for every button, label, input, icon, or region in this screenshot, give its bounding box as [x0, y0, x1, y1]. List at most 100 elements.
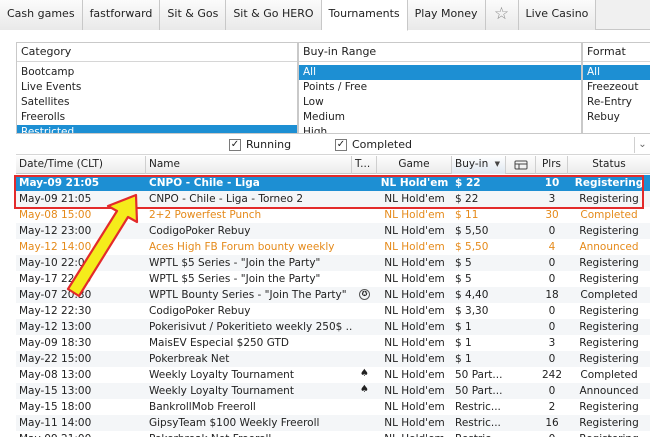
- category-option[interactable]: Freerolls: [17, 110, 297, 125]
- table-row[interactable]: May-10 22:00 WPTL $5 Series - "Join the P…: [16, 255, 650, 271]
- cell-name: WPTL $5 Series - "Join the Party": [149, 257, 321, 269]
- tab-live-casino[interactable]: Live Casino: [518, 0, 597, 30]
- table-row[interactable]: May-12 14:00 Aces High FB Forum bounty we…: [16, 239, 650, 255]
- tab-tournaments[interactable]: Tournaments: [321, 0, 408, 31]
- table-icon: [514, 160, 527, 170]
- table-row[interactable]: May-15 18:00 BankrollMob Freeroll NL Hold'…: [16, 399, 650, 415]
- buyin-option[interactable]: High: [299, 125, 581, 133]
- table-row[interactable]: May-09 21:05 CNPO - Chile - Liga NL Hold'e…: [16, 175, 650, 191]
- col-status[interactable]: Status: [568, 156, 650, 174]
- status-checkbox-strip: ✓ Running ✓ Completed ⌄: [16, 136, 650, 155]
- cell-plrs: 30: [545, 209, 559, 221]
- cell-plrs: 0: [536, 431, 568, 437]
- col-date[interactable]: Date/Time (CLT): [16, 156, 146, 174]
- col-type[interactable]: T...: [352, 156, 377, 174]
- table-row[interactable]: May-08 13:00 Weekly Loyalty Tournament ♠ NL…: [16, 367, 650, 383]
- cell-buyin: $ 22: [455, 177, 481, 189]
- buyin-option[interactable]: Points / Free: [299, 80, 581, 95]
- completed-checkbox[interactable]: ✓ Completed: [335, 138, 412, 151]
- completed-label: Completed: [352, 138, 412, 151]
- cell-buyin: $ 1: [455, 353, 472, 365]
- cell-date: May-09 18:30: [19, 337, 92, 349]
- table-row[interactable]: May-17 22:00 WPTL $5 Series - "Join the P…: [16, 271, 650, 287]
- star-icon: ☆: [493, 4, 510, 24]
- cell-date: May-07 20:30: [19, 289, 92, 301]
- table-row[interactable]: May-09 21:00Pokerbreak Net Freeroll NL Ho…: [16, 431, 650, 437]
- category-option[interactable]: Live Events: [17, 80, 297, 95]
- col-table-icon[interactable]: [506, 156, 536, 174]
- buyin-option[interactable]: Medium: [299, 110, 581, 125]
- table-row[interactable]: May-15 13:00 Weekly Loyalty Tournament ♠ NL…: [16, 383, 650, 399]
- table-row[interactable]: May-07 20:30 WPTL Bounty Series - "Join T…: [16, 287, 650, 303]
- format-option[interactable]: Freezeout: [583, 80, 650, 95]
- table-row[interactable]: May-12 13:00 Pokerisivut / Pokeritieto we…: [16, 319, 650, 335]
- cell-game: NL Hold'em: [384, 417, 445, 429]
- cell-buyin: $ 4,40: [455, 289, 489, 301]
- tournament-type-cell: [352, 191, 377, 207]
- cell-plrs: 18: [545, 289, 559, 301]
- table-row[interactable]: May-08 15:00 2+2 Powerfest Punch NL Hold'e…: [16, 207, 650, 223]
- format-option[interactable]: Re-Entry: [583, 95, 650, 110]
- cell-buyin: $ 5,50: [455, 225, 489, 237]
- format-option[interactable]: All: [583, 65, 650, 80]
- cell-date: May-08 15:00: [19, 209, 92, 221]
- table-row[interactable]: May-12 22:30 CodigoPoker Rebuy NL Hold'em $…: [16, 303, 650, 319]
- cell-buyin: Restric...: [452, 431, 506, 437]
- cell-name: GipsyTeam $100 Weekly Freeroll: [149, 417, 320, 429]
- cell-buyin: $ 5,50: [455, 241, 489, 253]
- tab-play-money[interactable]: Play Money: [407, 0, 486, 30]
- cell-name: BankrollMob Freeroll: [149, 401, 256, 413]
- cell-name: 2+2 Powerfest Punch: [149, 209, 262, 221]
- col-buyin[interactable]: Buy-in ▼: [452, 156, 506, 174]
- category-option[interactable]: Satellites: [17, 95, 297, 110]
- category-option[interactable]: Bootcamp: [17, 65, 297, 80]
- tab-fastforward[interactable]: fastforward: [82, 0, 161, 30]
- category-option[interactable]: Restricted: [17, 125, 297, 133]
- tab-favorites[interactable]: ☆: [485, 0, 519, 30]
- table-row[interactable]: May-22 15:00 Pokerbreak Net NL Hold'em $ 1 0…: [16, 351, 650, 367]
- table-row[interactable]: May-11 14:00 GipsyTeam $100 Weekly Freero…: [16, 415, 650, 431]
- tab-cash-games[interactable]: Cash games: [0, 0, 83, 30]
- cell-plrs: 0: [548, 257, 556, 269]
- cell-plrs: 0: [548, 321, 556, 333]
- chevron-down-icon[interactable]: ⌄: [634, 137, 650, 153]
- cell-buyin: 50 Part...: [455, 369, 503, 381]
- cell-game: NL Hold'em: [380, 177, 449, 189]
- cell-buyin: $ 1: [455, 321, 472, 333]
- cell-name: Aces High FB Forum bounty weekly: [149, 241, 335, 253]
- cell-date: May-11 14:00: [19, 417, 92, 429]
- cell-game: NL Hold'em: [384, 257, 445, 269]
- cell-table-icon: [506, 303, 536, 319]
- buyin-option[interactable]: Low: [299, 95, 581, 110]
- buyin-option[interactable]: All: [299, 65, 581, 80]
- running-checkbox[interactable]: ✓ Running: [229, 138, 291, 151]
- checkmark-icon[interactable]: ✓: [335, 138, 347, 151]
- col-game[interactable]: Game: [377, 156, 452, 174]
- format-option[interactable]: Rebuy: [583, 110, 650, 125]
- cell-table-icon: [506, 335, 536, 351]
- tournament-type-cell: [352, 319, 377, 335]
- tab-sit-gos[interactable]: Sit & Gos: [160, 0, 227, 30]
- checkmark-icon[interactable]: ✓: [229, 138, 241, 151]
- cell-date: May-09 21:05: [19, 177, 100, 189]
- cell-table-icon: [506, 351, 536, 367]
- tournament-type-cell: [352, 255, 377, 271]
- cell-game: NL Hold'em: [384, 337, 445, 349]
- tab-sit-go-hero[interactable]: Sit & Go HERO: [226, 0, 322, 30]
- cell-table-icon: [506, 175, 536, 191]
- cell-name: MaisEV Especial $250 GTD: [149, 337, 289, 349]
- col-buyin-label: Buy-in: [455, 158, 489, 170]
- table-row[interactable]: May-09 21:05 CNPO - Chile - Liga - Torneo…: [16, 191, 650, 207]
- cell-status: Completed: [580, 369, 638, 381]
- col-players[interactable]: Plrs: [536, 156, 568, 174]
- cell-status: Registering: [579, 257, 639, 269]
- table-row[interactable]: May-09 18:30 MaisEV Especial $250 GTD NL H…: [16, 335, 650, 351]
- table-row[interactable]: May-12 23:00 CodigoPoker Rebuy NL Hold'em $…: [16, 223, 650, 239]
- cell-plrs: 2: [548, 401, 556, 413]
- cell-buyin: $ 22: [455, 193, 479, 205]
- col-name[interactable]: Name: [146, 156, 352, 174]
- cell-plrs: 0: [548, 305, 556, 317]
- cell-name: WPTL Bounty Series - "Join The Party": [149, 289, 347, 301]
- cell-date: May-12 13:00: [19, 321, 92, 333]
- tournament-type-cell: [352, 271, 377, 287]
